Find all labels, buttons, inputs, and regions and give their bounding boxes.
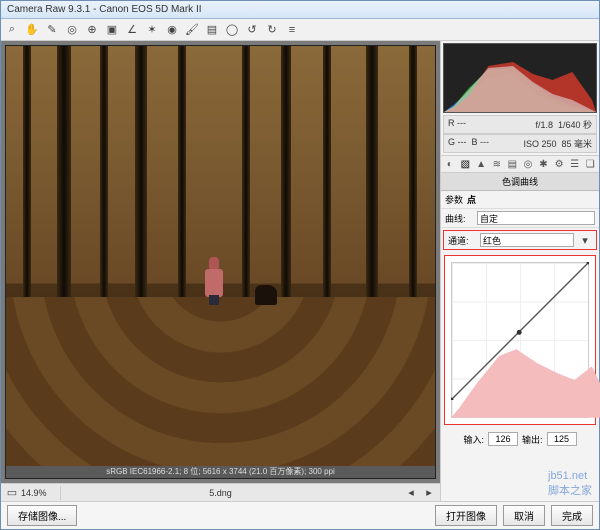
save-image-button[interactable]: 存储图像... [7, 505, 77, 526]
curve-io-row: 输入: 输出: [441, 428, 599, 450]
output-label: 输出: [522, 433, 543, 446]
preview-image: sRGB IEC61966-2.1; 8 位; 5616 x 3744 (21.… [5, 45, 436, 479]
curve-line [451, 262, 589, 400]
footer: 存储图像... 打开图像 取消 完成 [1, 501, 599, 529]
shutter: 1/640 秒 [558, 120, 592, 130]
open-image-button[interactable]: 打开图像 [435, 505, 497, 526]
prefs-icon[interactable]: ≡ [285, 23, 299, 37]
ground [6, 297, 435, 478]
tab-detail-icon[interactable]: ▲ [476, 158, 486, 170]
input-label: 输入: [463, 433, 484, 446]
curve-grid [451, 262, 589, 418]
readout-b: --- [480, 137, 489, 147]
filename-label: 5.dng [61, 488, 380, 498]
output-value[interactable] [547, 432, 577, 446]
iso-readout: G --- B --- ISO 250 85 毫米 [443, 134, 597, 153]
channel-menu-icon[interactable]: ▾ [578, 233, 592, 247]
target-adjust-icon[interactable]: ⊕ [85, 23, 99, 37]
side-panel: R --- f/1.8 1/640 秒 G --- B --- ISO 250 … [441, 41, 599, 501]
toolbar: ⌕ ✋ ✎ ◎ ⊕ ▣ ∠ ✶ ◉ 🖌 ▤ ◯ ↺ ↻ ≡ [1, 19, 599, 41]
subtab-param[interactable]: 参数 [445, 193, 463, 206]
tab-hsl-icon[interactable]: ≋ [492, 158, 502, 170]
panel-tab-strip: ◐ ▧ ▲ ≋ ▤ ◎ ✱ ⚙ ☰ ❏ [441, 155, 599, 173]
grad-filter-icon[interactable]: ▤ [205, 23, 219, 37]
hand-icon[interactable]: ✋ [25, 23, 39, 37]
tree-trunk [281, 46, 291, 305]
done-button[interactable]: 完成 [551, 505, 593, 526]
tab-preset-icon[interactable]: ☰ [570, 158, 580, 170]
next-image-icon[interactable]: ▸ [422, 486, 436, 500]
iso: ISO 250 [523, 139, 556, 149]
rotate-cw-icon[interactable]: ↻ [265, 23, 279, 37]
window-title: Camera Raw 9.3.1 - Canon EOS 5D Mark II [7, 4, 202, 15]
tab-fx-icon[interactable]: ✱ [539, 158, 549, 170]
image-info-line[interactable]: sRGB IEC61966-2.1; 8 位; 5616 x 3744 (21.… [6, 466, 435, 478]
tab-curve-icon[interactable]: ▧ [461, 158, 471, 170]
curve-preset-select[interactable]: 自定 [477, 211, 595, 225]
curve-preset-row: 曲线: 自定 [441, 209, 599, 228]
tree-trunk [366, 46, 378, 305]
dog [255, 285, 277, 305]
color-sampler-icon[interactable]: ◎ [65, 23, 79, 37]
straighten-icon[interactable]: ∠ [125, 23, 139, 37]
crop-icon[interactable]: ▣ [105, 23, 119, 37]
tree-trunk [135, 46, 147, 305]
tree-trunk [100, 46, 108, 305]
histogram-svg [444, 44, 596, 112]
prev-image-icon[interactable]: ◂ [404, 486, 418, 500]
tree-trunk [409, 46, 417, 305]
rgb-readout: R --- f/1.8 1/640 秒 [443, 115, 597, 134]
tree-trunk [57, 46, 71, 305]
subtab-point[interactable]: 点 [467, 193, 476, 206]
camera-raw-window: Camera Raw 9.3.1 - Canon EOS 5D Mark II … [0, 0, 600, 530]
aperture: f/1.8 [535, 120, 553, 130]
main-body: sRGB IEC61966-2.1; 8 位; 5616 x 3744 (21.… [1, 41, 599, 501]
cancel-button[interactable]: 取消 [503, 505, 545, 526]
tab-split-icon[interactable]: ▤ [508, 158, 518, 170]
tree-trunk [178, 46, 186, 305]
readout-g: --- [458, 137, 467, 147]
zoom-level[interactable]: 14.9% [21, 488, 47, 498]
fit-icon[interactable]: ▭ [5, 486, 19, 500]
tree-trunk [323, 46, 331, 305]
preview-column: sRGB IEC61966-2.1; 8 位; 5616 x 3744 (21.… [1, 41, 441, 501]
title-bar[interactable]: Camera Raw 9.3.1 - Canon EOS 5D Mark II [1, 1, 599, 19]
curve-label: 曲线: [445, 212, 473, 225]
adjust-brush-icon[interactable]: 🖌 [185, 23, 199, 37]
preview-status-bar: ▭ 14.9% 5.dng ◂ ▸ [1, 483, 440, 501]
zoom-icon[interactable]: ⌕ [5, 23, 19, 37]
channel-label: 通道: [448, 234, 476, 247]
person [203, 257, 225, 305]
rotate-ccw-icon[interactable]: ↺ [245, 23, 259, 37]
panel-title: 色调曲线 [441, 173, 599, 191]
spot-removal-icon[interactable]: ✶ [145, 23, 159, 37]
subtab-row: 参数 点 [441, 191, 599, 209]
rgb-histogram[interactable] [443, 43, 597, 113]
lens: 85 毫米 [561, 139, 592, 149]
tab-calib-icon[interactable]: ⚙ [554, 158, 564, 170]
tab-snap-icon[interactable]: ❏ [585, 158, 595, 170]
radial-filter-icon[interactable]: ◯ [225, 23, 239, 37]
tree-trunk [242, 46, 250, 305]
redeye-icon[interactable]: ◉ [165, 23, 179, 37]
channel-select[interactable]: 红色 [480, 233, 574, 247]
tone-curve-editor[interactable] [444, 255, 596, 425]
tab-basic-icon[interactable]: ◐ [445, 158, 455, 170]
eyedropper-icon[interactable]: ✎ [45, 23, 59, 37]
channel-row: 通道: 红色 ▾ [443, 230, 597, 250]
tree-trunk [23, 46, 31, 305]
readout-r: --- [457, 118, 466, 128]
tab-lens-icon[interactable]: ◎ [523, 158, 533, 170]
input-value[interactable] [488, 432, 518, 446]
preview-area[interactable]: sRGB IEC61966-2.1; 8 位; 5616 x 3744 (21.… [1, 41, 440, 483]
